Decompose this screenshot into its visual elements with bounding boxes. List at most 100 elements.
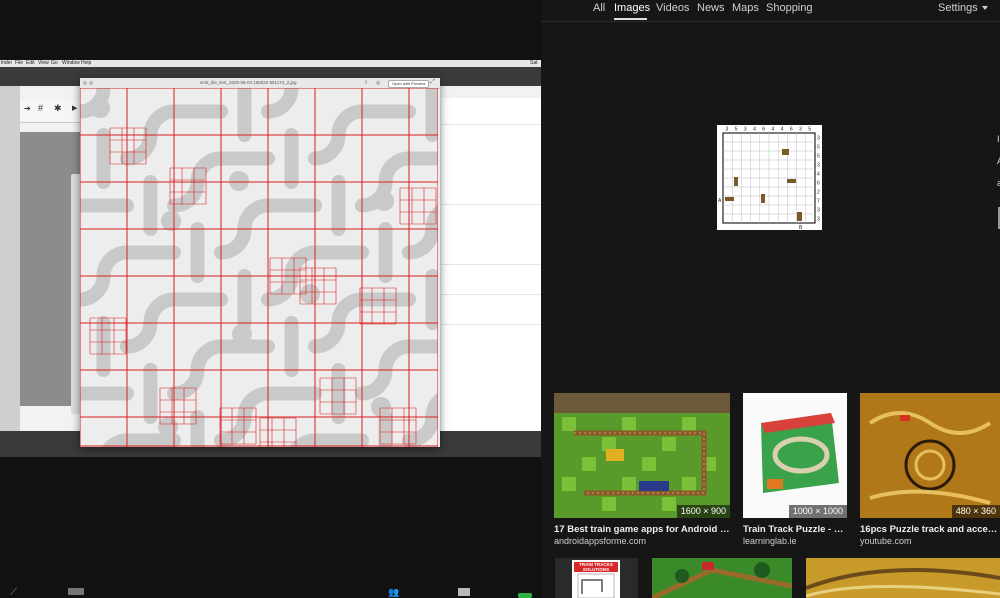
result-title[interactable]: 16pcs Puzzle track and accessori... <box>860 524 1000 535</box>
selected-image-preview[interactable]: 3534644635 3553462733 A B <box>717 125 822 232</box>
top-clue-number: 3 <box>726 127 729 133</box>
tab-news[interactable]: News <box>697 1 725 15</box>
menu-window[interactable]: Window <box>62 60 80 67</box>
top-clue-number: 5 <box>808 127 811 133</box>
back-arrow-icon[interactable]: ➔ <box>24 104 31 113</box>
result-thumbnail[interactable] <box>806 558 1000 598</box>
menubar-clock: Sat <box>530 60 538 66</box>
chevron-down-icon[interactable] <box>982 6 988 10</box>
result-thumbnail[interactable]: 1000 × 1000 <box>743 393 847 518</box>
tab-maps[interactable]: Maps <box>732 1 759 15</box>
menu-view[interactable]: View <box>38 60 49 67</box>
track-piece <box>725 197 734 201</box>
right-clue-number: 3 <box>817 136 820 142</box>
tile-dot <box>158 417 178 437</box>
result-thumbnail[interactable]: 480 × 360 <box>860 393 1000 518</box>
solutions-card: TRAIN TRACKS SOLUTIONS <box>572 560 620 598</box>
track-piece <box>761 194 765 203</box>
right-clue-number: 5 <box>817 154 820 160</box>
top-clue-number: 4 <box>753 127 756 133</box>
grass-tile <box>622 477 636 491</box>
tile-dot <box>232 324 252 344</box>
shared-screen-panel: inder File Edit View Go Window Help Sat … <box>0 0 541 598</box>
result-thumbnail[interactable]: TRAIN TRACKS SOLUTIONS <box>555 558 638 598</box>
window-sidebar-strip <box>0 86 20 431</box>
grass-tile <box>582 457 596 471</box>
result-source[interactable]: androidappsforme.com <box>554 536 646 546</box>
quicklook-preview-window[interactable]: snirt_tile_test_2020-06-04 165022 891174… <box>80 78 440 447</box>
finder-toolbar: ➔ # ✱ ▶ <box>20 100 80 123</box>
train-tracks-puzzle-grid: 3534644635 3553462733 A B <box>718 127 820 232</box>
tile-dot <box>371 397 391 417</box>
active-tab-indicator <box>614 18 647 20</box>
expand-icon[interactable]: ⤢ <box>430 79 435 86</box>
grass-tile <box>662 497 676 511</box>
label-a: A <box>718 198 722 204</box>
grass-tile <box>642 457 656 471</box>
track-piece <box>797 212 802 221</box>
right-clue-number: 3 <box>817 208 820 214</box>
share-icon[interactable]: ⇪ <box>364 80 368 86</box>
result-source[interactable]: learninglab.ie <box>743 536 797 546</box>
grass-tile <box>562 417 576 431</box>
mini-grid <box>577 573 615 598</box>
desert-track-thumbnail <box>806 568 1000 598</box>
tab-shopping[interactable]: Shopping <box>766 1 813 15</box>
play-icon[interactable]: ▶ <box>72 104 77 112</box>
image-dimensions: 1600 × 900 <box>676 505 730 518</box>
search-nav: All Images Videos News Maps Shopping Set… <box>541 0 1000 22</box>
menu-app[interactable]: inder <box>1 60 12 67</box>
mute-icon[interactable]: ⟋ <box>10 587 17 598</box>
content-divider <box>441 204 541 205</box>
content-divider <box>441 294 541 295</box>
markup-icon[interactable]: ◎ <box>376 80 380 86</box>
menu-go[interactable]: Go <box>51 60 58 67</box>
meeting-toolbar: ⟋ 👥 <box>0 585 541 598</box>
participants-icon[interactable]: 👥 <box>388 587 399 598</box>
zoom-dot-icon[interactable] <box>89 81 93 85</box>
mac-desktop: inder File Edit View Go Window Help Sat … <box>0 60 541 457</box>
grass-tile <box>682 417 696 431</box>
grid-icon[interactable]: # <box>38 103 43 113</box>
top-clue-number: 3 <box>799 127 802 133</box>
settings-menu[interactable]: Settings <box>938 1 978 15</box>
result-item[interactable]: 1000 × 1000 Train Track Puzzle - Th... l… <box>743 393 847 548</box>
grass-tile <box>622 417 636 431</box>
result-item[interactable]: 1600 × 900 17 Best train game apps for A… <box>554 393 730 548</box>
grass-tile <box>662 437 676 451</box>
forest-track-thumbnail <box>652 562 792 598</box>
share-screen-button[interactable] <box>518 593 532 598</box>
result-title[interactable]: 17 Best train game apps for Android | An… <box>554 524 730 535</box>
image-dimensions: 1000 × 1000 <box>788 505 847 518</box>
content-divider <box>441 324 541 325</box>
result-title[interactable]: Train Track Puzzle - Th... <box>743 524 847 535</box>
video-off-icon[interactable] <box>68 588 84 595</box>
tile-grid-image <box>80 88 438 447</box>
tile-dot <box>374 191 394 211</box>
menu-file[interactable]: File <box>15 60 23 67</box>
result-item[interactable]: 480 × 360 16pcs Puzzle track and accesso… <box>860 393 1000 548</box>
open-with-preview-button[interactable]: Open with Preview <box>388 80 430 88</box>
result-thumbnail[interactable]: 1600 × 900 <box>554 393 730 518</box>
tab-images[interactable]: Images <box>614 1 650 15</box>
top-clue-number: 4 <box>781 127 784 133</box>
mac-menubar: inder File Edit View Go Window Help Sat <box>0 60 541 67</box>
top-clue-number: 4 <box>772 127 775 133</box>
close-dot-icon[interactable] <box>83 81 87 85</box>
right-clue-number: 3 <box>817 163 820 169</box>
right-clue-number: 4 <box>817 172 820 178</box>
tab-videos[interactable]: Videos <box>656 1 689 15</box>
gear-icon[interactable]: ✱ <box>54 103 62 114</box>
right-clue-number: 3 <box>817 217 820 223</box>
label-b: B <box>799 225 803 230</box>
chat-icon[interactable] <box>458 588 470 596</box>
menu-help[interactable]: Help <box>81 60 91 67</box>
tab-all[interactable]: All <box>593 1 605 15</box>
menu-edit[interactable]: Edit <box>26 60 35 67</box>
content-divider <box>441 124 541 125</box>
top-clue-number: 6 <box>790 127 793 133</box>
result-source[interactable]: youtube.com <box>860 536 912 546</box>
right-clue-number: 6 <box>817 181 820 187</box>
result-thumbnail[interactable] <box>652 558 792 598</box>
top-clue-number: 5 <box>735 127 738 133</box>
